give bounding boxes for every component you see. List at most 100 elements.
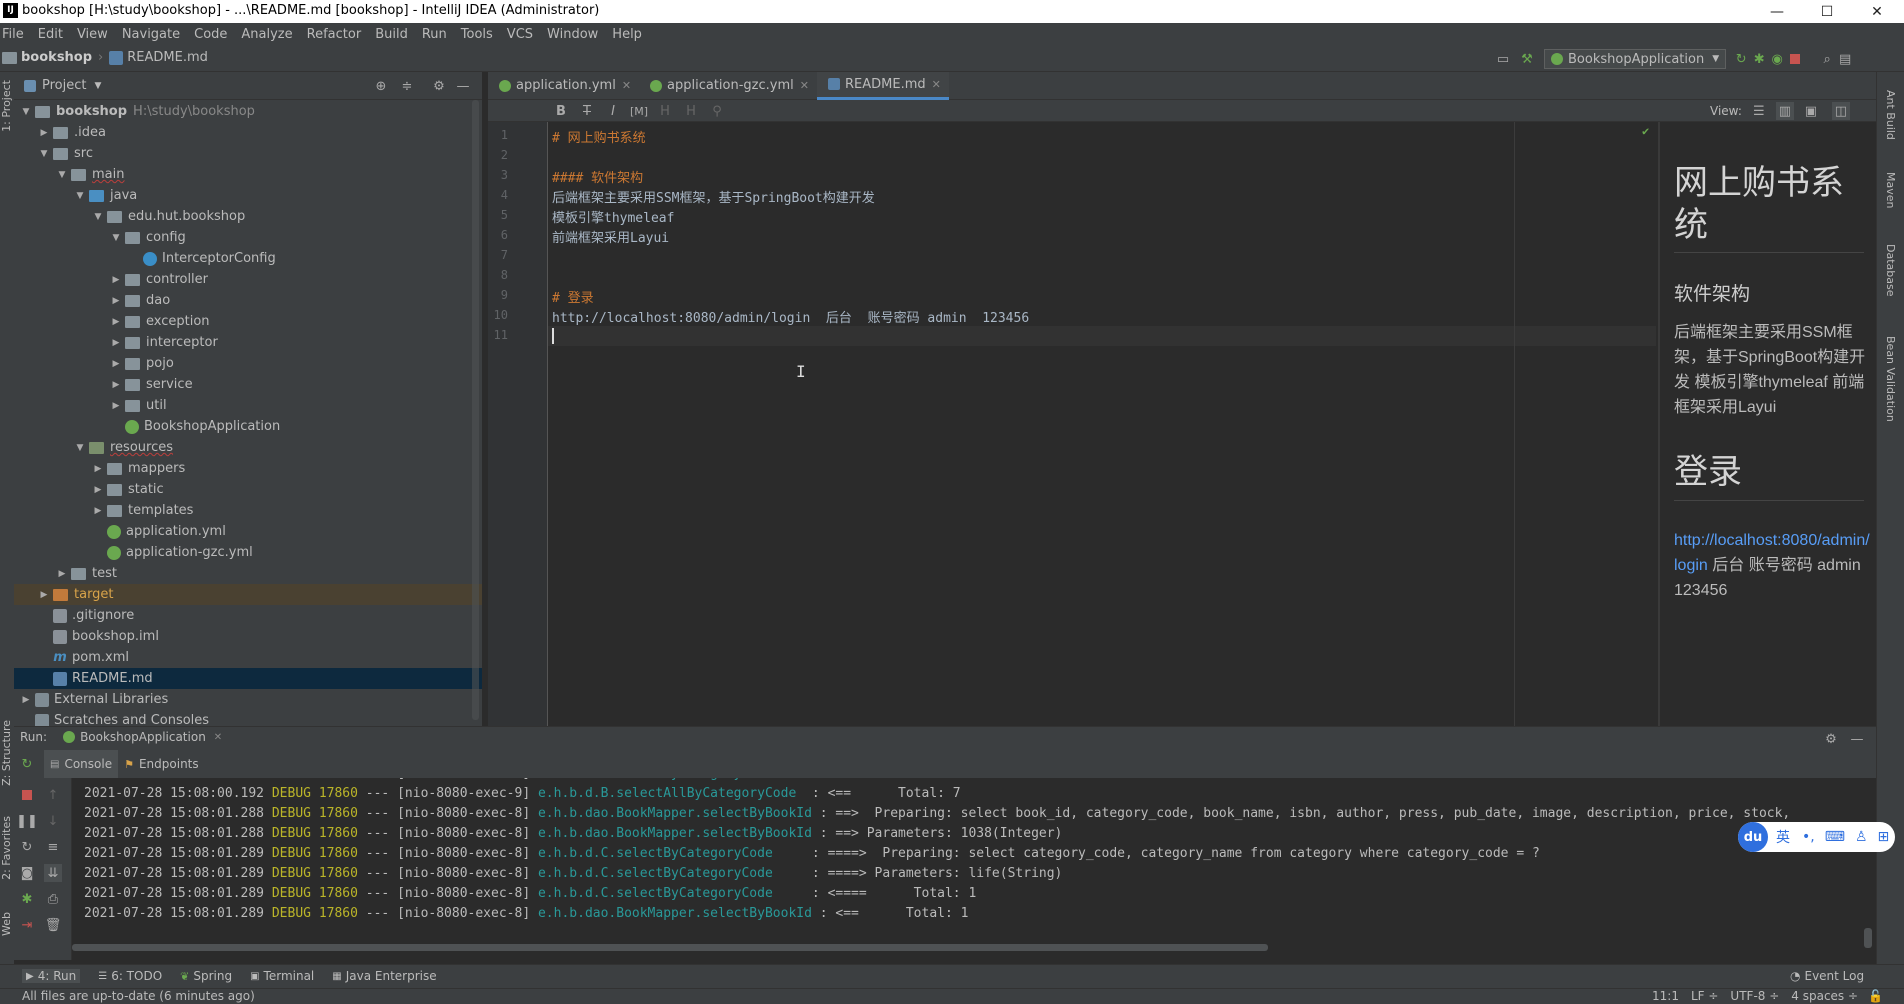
event-log-button[interactable]: ◔ Event Log [1790, 969, 1864, 983]
tab-application-gzc-yml[interactable]: application-gzc.yml ✕ [639, 72, 817, 100]
caret-position[interactable]: 11:1 [1652, 989, 1679, 1003]
maximize-button[interactable]: ☐ [1804, 0, 1850, 23]
scroll-to-end-icon[interactable]: ⇊ [44, 864, 62, 882]
settings-icon[interactable]: ▤ [1836, 50, 1854, 68]
tree-item-application-yml[interactable]: application.yml [14, 521, 482, 542]
ant-build-tab[interactable]: Ant Build [1884, 90, 1897, 140]
bug-icon[interactable]: ✱ [18, 890, 36, 908]
chevron-down-icon[interactable]: ▼ [74, 443, 86, 453]
tree-item-gitignore[interactable]: .gitignore [14, 605, 482, 626]
web-tool-tab[interactable]: Web [0, 912, 13, 936]
minimize-button[interactable]: — [1754, 0, 1800, 23]
up-arrow-icon[interactable]: ↑ [44, 786, 62, 804]
tree-item-idea[interactable]: ▶ .idea [14, 122, 482, 143]
chevron-right-icon[interactable]: ▶ [110, 380, 122, 390]
chevron-down-icon[interactable]: ▼ [94, 81, 101, 91]
tab-readme-md[interactable]: README.md ✕ [816, 71, 949, 100]
italic-icon[interactable]: I [604, 102, 622, 120]
endpoints-tab[interactable]: ⚑ Endpoints [118, 750, 205, 778]
rerun-icon[interactable]: ↻ [18, 755, 36, 773]
tree-item-util[interactable]: ▶ util [14, 395, 482, 416]
tree-item-resources[interactable]: ▼ resources [14, 437, 482, 458]
tree-item-main[interactable]: ▼ main [14, 164, 482, 185]
chevron-right-icon[interactable]: ▶ [110, 275, 122, 285]
chevron-right-icon[interactable]: ▶ [92, 506, 104, 516]
coverage-icon[interactable]: ◉ [1768, 50, 1786, 68]
soft-wrap-icon[interactable]: ≡ [44, 838, 62, 856]
tree-item-test[interactable]: ▶ test [14, 563, 482, 584]
tree-item-external-libraries[interactable]: ▶ External Libraries [14, 689, 482, 710]
menu-code[interactable]: Code [187, 23, 234, 46]
chevron-right-icon[interactable]: ▶ [110, 317, 122, 327]
ime-user-icon[interactable]: ♙ [1855, 829, 1868, 845]
chevron-right-icon[interactable]: ▶ [110, 359, 122, 369]
tree-item-exception[interactable]: ▶ exception [14, 311, 482, 332]
collapse-all-icon[interactable]: ≑ [398, 77, 416, 95]
chevron-down-icon[interactable]: ▼ [20, 107, 32, 117]
chevron-right-icon[interactable]: ▶ [110, 296, 122, 306]
run-tool-button[interactable]: ▶ 4: Run [22, 969, 81, 983]
restart-icon[interactable]: ↻ [18, 838, 36, 856]
chevron-down-icon[interactable]: ▼ [38, 149, 50, 159]
project-tool-tab[interactable]: 1: Project [0, 80, 13, 132]
structure-tool-tab[interactable]: Z: Structure [0, 720, 13, 786]
ime-language[interactable]: 英 [1776, 827, 1790, 847]
tree-item-bookshop-iml[interactable]: bookshop.iml [14, 626, 482, 647]
menu-edit[interactable]: Edit [31, 23, 70, 46]
pause-icon[interactable]: ❚❚ [16, 812, 38, 830]
tree-item-interceptor[interactable]: ▶ interceptor [14, 332, 482, 353]
editor-only-icon[interactable]: ☰ [1750, 102, 1768, 120]
chevron-right-icon[interactable]: ▶ [110, 338, 122, 348]
tree-item-bookshopapplication[interactable]: BookshopApplication [14, 416, 482, 437]
chevron-right-icon[interactable]: ▶ [92, 485, 104, 495]
spring-tool-button[interactable]: ❦ Spring [180, 969, 232, 983]
inspection-ok-icon[interactable]: ✔ [1642, 124, 1649, 138]
header-up-icon[interactable]: H [656, 102, 674, 120]
exit-icon[interactable]: ⇥ [18, 916, 36, 934]
close-icon[interactable]: ✕ [800, 79, 809, 92]
tree-scrollbar[interactable] [472, 100, 479, 720]
project-structure-icon[interactable]: ▭ [1494, 50, 1512, 68]
tree-item-controller[interactable]: ▶ controller [14, 269, 482, 290]
gear-icon[interactable]: ⚙ [1822, 730, 1840, 748]
strikethrough-icon[interactable]: T [578, 102, 596, 120]
run-config-tab[interactable]: BookshopApplication [80, 730, 206, 744]
chevron-right-icon[interactable]: ▶ [92, 464, 104, 474]
menu-refactor[interactable]: Refactor [300, 23, 369, 46]
close-icon[interactable]: ✕ [214, 732, 222, 743]
ime-keyboard-icon[interactable]: ⌨ [1825, 829, 1845, 845]
tree-item-java[interactable]: ▼ java [14, 185, 482, 206]
stop-icon[interactable] [1786, 50, 1804, 68]
gear-icon[interactable]: ⚙ [430, 77, 448, 95]
java-enterprise-tool-button[interactable]: ▦ Java Enterprise [332, 969, 436, 983]
chevron-down-icon[interactable]: ▼ [110, 233, 122, 243]
console-output[interactable]: 2021-07-28 15:08:00.192 DEBUG 17860 --- … [72, 778, 1876, 960]
menu-build[interactable]: Build [368, 23, 415, 46]
menu-tools[interactable]: Tools [454, 23, 500, 46]
build-hammer-icon[interactable]: ⚒ [1518, 50, 1536, 68]
ime-grid-icon[interactable]: ⊞ [1878, 829, 1890, 845]
tab-application-yml[interactable]: application.yml ✕ [488, 72, 639, 100]
console-tab[interactable]: ▤ Console [44, 750, 119, 778]
breadcrumb-project[interactable]: bookshop [21, 50, 92, 65]
line-separator[interactable]: LF ÷ [1691, 989, 1718, 1003]
favorites-tool-tab[interactable]: 2: Favorites [0, 816, 13, 880]
terminal-tool-button[interactable]: ▣ Terminal [250, 969, 314, 983]
link-icon[interactable]: ⚲ [708, 102, 726, 120]
menu-vcs[interactable]: VCS [500, 23, 540, 46]
code-icon[interactable]: [M] [630, 102, 648, 120]
tree-item-readme-md[interactable]: README.md [14, 668, 482, 689]
chevron-down-icon[interactable]: ▼ [56, 170, 68, 180]
preview-only-icon[interactable]: ▣ [1802, 102, 1820, 120]
menu-file[interactable]: File [0, 23, 31, 46]
menu-window[interactable]: Window [540, 23, 605, 46]
print-icon[interactable]: ⎙ [44, 890, 62, 908]
maven-tab[interactable]: Maven [1884, 172, 1897, 208]
menu-view[interactable]: View [70, 23, 115, 46]
tree-item-templates[interactable]: ▶ templates [14, 500, 482, 521]
bean-validation-tab[interactable]: Bean Validation [1884, 336, 1897, 422]
header-down-icon[interactable]: H [682, 102, 700, 120]
menu-run[interactable]: Run [415, 23, 454, 46]
tree-item-edu-hut-bookshop[interactable]: ▼ edu.hut.bookshop [14, 206, 482, 227]
todo-tool-button[interactable]: ☰ 6: TODO [98, 969, 162, 983]
